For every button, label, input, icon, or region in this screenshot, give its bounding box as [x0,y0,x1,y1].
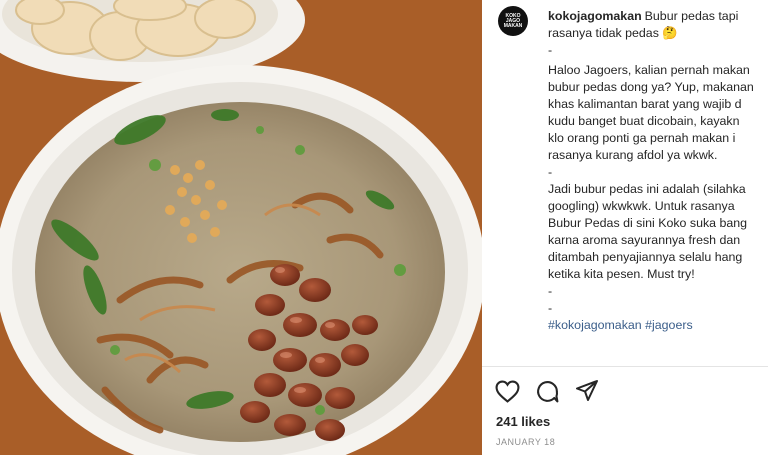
heart-icon[interactable] [494,378,520,404]
caption-text: rasanya tidak pedas 🤔 [548,26,678,40]
caption-text: - [548,43,553,57]
caption-text: ditambah penyajiannya selalu hang [548,250,743,264]
post-actions [494,376,600,406]
caption-text: - [548,301,553,315]
caption-text: rasanya kurang afdol ya wkwk. [548,148,718,162]
caption-text: Jadi bubur pedas ini adalah (silahka [548,182,746,196]
caption-text: kudu banget buat dicobain, kayakn [548,114,740,128]
post-photo[interactable] [0,0,482,455]
hashtag-link[interactable]: #kokojagomakan #jagoers [548,317,768,334]
divider [482,366,768,367]
post-panel: KOKO JAGO MAKAN kokojagomakan Bubur pedas… [482,0,768,455]
avatar[interactable]: KOKO JAGO MAKAN [498,6,528,36]
caption-text: googling) wkwkwk. Untuk rasanya [548,199,735,213]
caption-text: Bubur Pedas di sini Koko suka bang [548,216,748,230]
caption-text: Bubur pedas tapi [644,9,739,23]
caption-text: - [548,165,553,179]
caption-text: Haloo Jagoers, kalian pernah makan [548,63,750,77]
post-date: JANUARY 18 [496,437,556,447]
caption-text: khas kalimantan barat yang wajib d [548,97,742,111]
caption-text: - [548,284,553,298]
caption-text: klo orang ponti ga pernah makan i [548,131,736,145]
caption-text: ketika kita pesen. Must try! [548,267,695,281]
post-caption: kokojagomakan Bubur pedas tapi rasanya ti… [548,8,768,334]
share-icon[interactable] [574,378,600,404]
bubur-pedas-photo [0,0,482,455]
caption-line-1: kokojagomakan Bubur pedas tapi [548,8,768,25]
caption-text: karna aroma sayurannya fresh dan [548,233,741,247]
caption-text: bubur pedas dong ya? Yup, makanan [548,80,754,94]
username-link[interactable]: kokojagomakan [548,9,642,23]
comment-icon[interactable] [534,378,560,404]
likes-count[interactable]: 241 likes [496,414,550,429]
